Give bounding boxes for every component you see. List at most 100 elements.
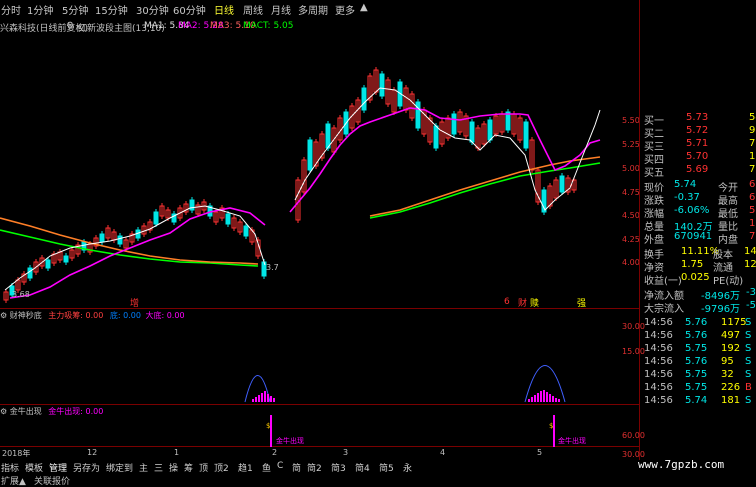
tick-volume: 32 [721, 369, 734, 380]
stat-value: -6.06% [674, 205, 710, 216]
candle [99, 233, 105, 243]
candle [225, 213, 231, 225]
indicator-tab[interactable]: 操 [169, 461, 178, 474]
candle [117, 235, 123, 245]
tick-price: 5.76 [685, 317, 708, 328]
indicator-tab[interactable]: 模板 [25, 461, 43, 474]
indicator-tab[interactable]: 简2 [307, 461, 322, 474]
indicator-tab[interactable]: 顶2 [214, 461, 229, 474]
stat-value: 0.025 [681, 272, 710, 283]
indicator-tab[interactable]: 简3 [331, 461, 346, 474]
more-arrow-icon[interactable]: ▲ [360, 2, 368, 13]
candle [487, 119, 493, 141]
indicator-tab[interactable]: 管理 [49, 461, 67, 474]
period-tab-more[interactable]: 更多 [335, 2, 355, 17]
period-tab-5min[interactable]: 5分钟 [62, 2, 88, 17]
candle [153, 211, 159, 225]
indicator-tab[interactable]: 鱼 [262, 461, 271, 474]
period-tab-weekly[interactable]: 周线 [243, 2, 263, 17]
flow-tail: -5 [746, 300, 756, 311]
pane2-tick: 60.00 [622, 431, 645, 440]
period-tab-monthly[interactable]: 月线 [271, 2, 291, 17]
histogram-bar [531, 397, 533, 402]
stat-value: 6 [749, 192, 756, 203]
price-tick: 4.50 [622, 211, 640, 220]
period-tab-60min[interactable]: 60分钟 [173, 2, 206, 17]
related-quote-button[interactable]: 关联报价 [34, 474, 70, 487]
period-tab-30min[interactable]: 30分钟 [136, 2, 169, 17]
tick-price: 5.75 [685, 343, 708, 354]
indicator-tab[interactable]: 指标 [1, 461, 19, 474]
histogram-bar [255, 397, 257, 402]
candle [63, 255, 69, 263]
indicator-tab[interactable]: 顶 [199, 461, 208, 474]
period-tab-15min[interactable]: 15分钟 [95, 2, 128, 17]
indicator-tab[interactable]: 永 [403, 461, 412, 474]
candle [243, 225, 249, 237]
indicator-tab[interactable]: 简5 [379, 461, 394, 474]
indicator-tab[interactable]: 趋1 [238, 461, 253, 474]
indicator-tab[interactable]: 绑定到 [106, 461, 133, 474]
pane2-chart[interactable] [0, 405, 640, 447]
bid-volume: 9 [749, 125, 756, 136]
stat-label: PE(动) [713, 276, 744, 287]
histogram-bar [534, 395, 536, 402]
expand-button[interactable]: 扩展▲ [1, 474, 26, 487]
stat-value: 5.74 [674, 179, 697, 190]
candle [523, 121, 529, 149]
candle [325, 123, 331, 149]
indicator-tab[interactable]: 简 [292, 461, 301, 474]
candle [27, 267, 33, 279]
indicator-tab-bar: 指标 模板 管理 另存为 绑定到主三操筹顶顶2 趋1 鱼 C 简简2 简3 简4 简5 永 [0, 460, 412, 474]
bid-volume: 7 [749, 138, 756, 149]
period-tab-1min[interactable]: 1分钟 [27, 2, 53, 17]
watermark: www.7gpzb.com [638, 458, 725, 471]
candle [451, 113, 457, 135]
date-label: 2 [272, 448, 278, 457]
indicator-tab[interactable]: 简4 [355, 461, 370, 474]
stat-value: 5 [749, 205, 756, 216]
stat-value: 1.75 [681, 259, 704, 270]
date-label: 3 [343, 448, 349, 457]
tick-price: 5.75 [685, 382, 708, 393]
six-signal-label: 6 [504, 297, 510, 307]
histogram-bar [267, 394, 269, 402]
indicator-tab[interactable]: C [277, 461, 283, 471]
tick-time: 14:56 [644, 330, 673, 341]
stat-label: 收益(一) [644, 276, 682, 287]
histogram-bar [549, 394, 551, 402]
period-tab-timeshare[interactable]: 分时 [1, 2, 21, 17]
tick-side: S [745, 343, 752, 354]
histogram-bar [264, 391, 266, 402]
price-tick: 4.00 [622, 258, 640, 267]
price-tick: 4.25 [622, 235, 640, 244]
indicator-tab[interactable]: 主 [139, 461, 148, 474]
tick-volume: 1175 [721, 317, 747, 328]
bid-price: 5.70 [686, 151, 709, 162]
candle [361, 87, 367, 111]
tick-time: 14:56 [644, 369, 673, 380]
tick-volume: 95 [721, 356, 734, 367]
tick-volume: 181 [721, 395, 741, 406]
stat-value: 6 [749, 179, 756, 190]
tick-time: 14:56 [644, 395, 673, 406]
period-tab-daily[interactable]: 日线 [214, 2, 234, 17]
histogram-bar [258, 395, 260, 402]
tick-time: 14:56 [644, 356, 673, 367]
indicator-tab[interactable]: 另存为 [73, 461, 100, 474]
price-tick: 5.00 [622, 164, 640, 173]
tick-side: B [745, 382, 752, 393]
flow-tail: -3 [746, 287, 756, 298]
pane1-chart[interactable] [0, 309, 640, 404]
price-tick: 5.50 [622, 116, 640, 125]
tick-price: 5.76 [685, 330, 708, 341]
indicator-tab[interactable]: 筹 [184, 461, 193, 474]
candle [189, 199, 195, 211]
tick-side: S [745, 395, 752, 406]
indicator-tab[interactable]: 三 [154, 461, 163, 474]
period-tab-multi[interactable]: 多周期 [298, 2, 328, 17]
tick-time: 14:56 [644, 317, 673, 328]
candlestick-chart[interactable] [0, 30, 640, 308]
stat-label: 内盘 [718, 235, 738, 246]
candle [559, 175, 565, 193]
